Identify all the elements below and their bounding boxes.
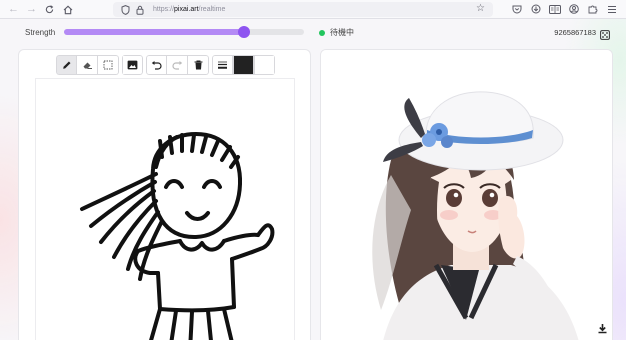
url-path: /realtime [198,6,226,13]
primary-color-swatch[interactable] [233,55,254,75]
pen-icon[interactable] [56,55,77,75]
eraser-icon[interactable] [77,55,98,75]
select-icon[interactable] [98,55,119,75]
sketch-drawing [80,132,275,340]
reload-icon[interactable] [42,2,57,17]
drawing-canvas[interactable] [35,78,295,340]
download-icon[interactable] [594,320,610,336]
url-text: https://pixai.art/realtime [153,6,225,13]
seed-value[interactable]: 9265867183 [554,28,596,37]
brush-tool-group [56,55,119,75]
strength-slider[interactable] [64,26,304,38]
drawing-toolbar [56,54,278,76]
toolbar-actions [510,2,618,16]
redo-icon[interactable] [167,55,188,75]
strength-label: Strength [25,28,56,37]
reader-icon[interactable] [548,2,561,16]
style-tool-group [212,55,275,75]
home-icon[interactable] [60,2,75,17]
bookmark-star-icon[interactable]: ☆ [476,3,485,14]
url-prefix: https:// [153,6,175,13]
line-width-icon[interactable] [212,55,233,75]
image-icon[interactable] [122,55,143,75]
forward-icon[interactable]: → [24,2,39,17]
pocket-icon[interactable] [510,2,523,16]
history-tool-group [146,55,209,75]
downloads-icon[interactable] [529,2,542,16]
trash-icon[interactable] [188,55,209,75]
image-tool-group [122,55,143,75]
drawing-panel [18,49,311,340]
strength-slider-fill [64,29,244,35]
address-bar[interactable]: https://pixai.art/realtime ☆ [113,2,493,17]
undo-icon[interactable] [146,55,167,75]
status-indicator: 待機中 [319,27,354,38]
extensions-icon[interactable] [586,2,599,16]
lock-icon[interactable] [134,4,146,16]
url-host: pixai.art [174,6,199,13]
generated-image [321,50,612,340]
browser-toolbar: ← → https://pixai.art/realtime ☆ [0,0,626,19]
status-dot [319,29,325,36]
shield-icon[interactable] [119,4,131,16]
menu-icon[interactable] [605,2,618,16]
status-text: 待機中 [330,28,354,37]
back-icon[interactable]: ← [6,2,21,17]
account-icon[interactable] [567,2,580,16]
dice-icon[interactable] [600,27,610,40]
result-panel [320,49,613,340]
secondary-color-swatch[interactable] [254,55,275,75]
strength-slider-thumb[interactable] [238,26,250,38]
